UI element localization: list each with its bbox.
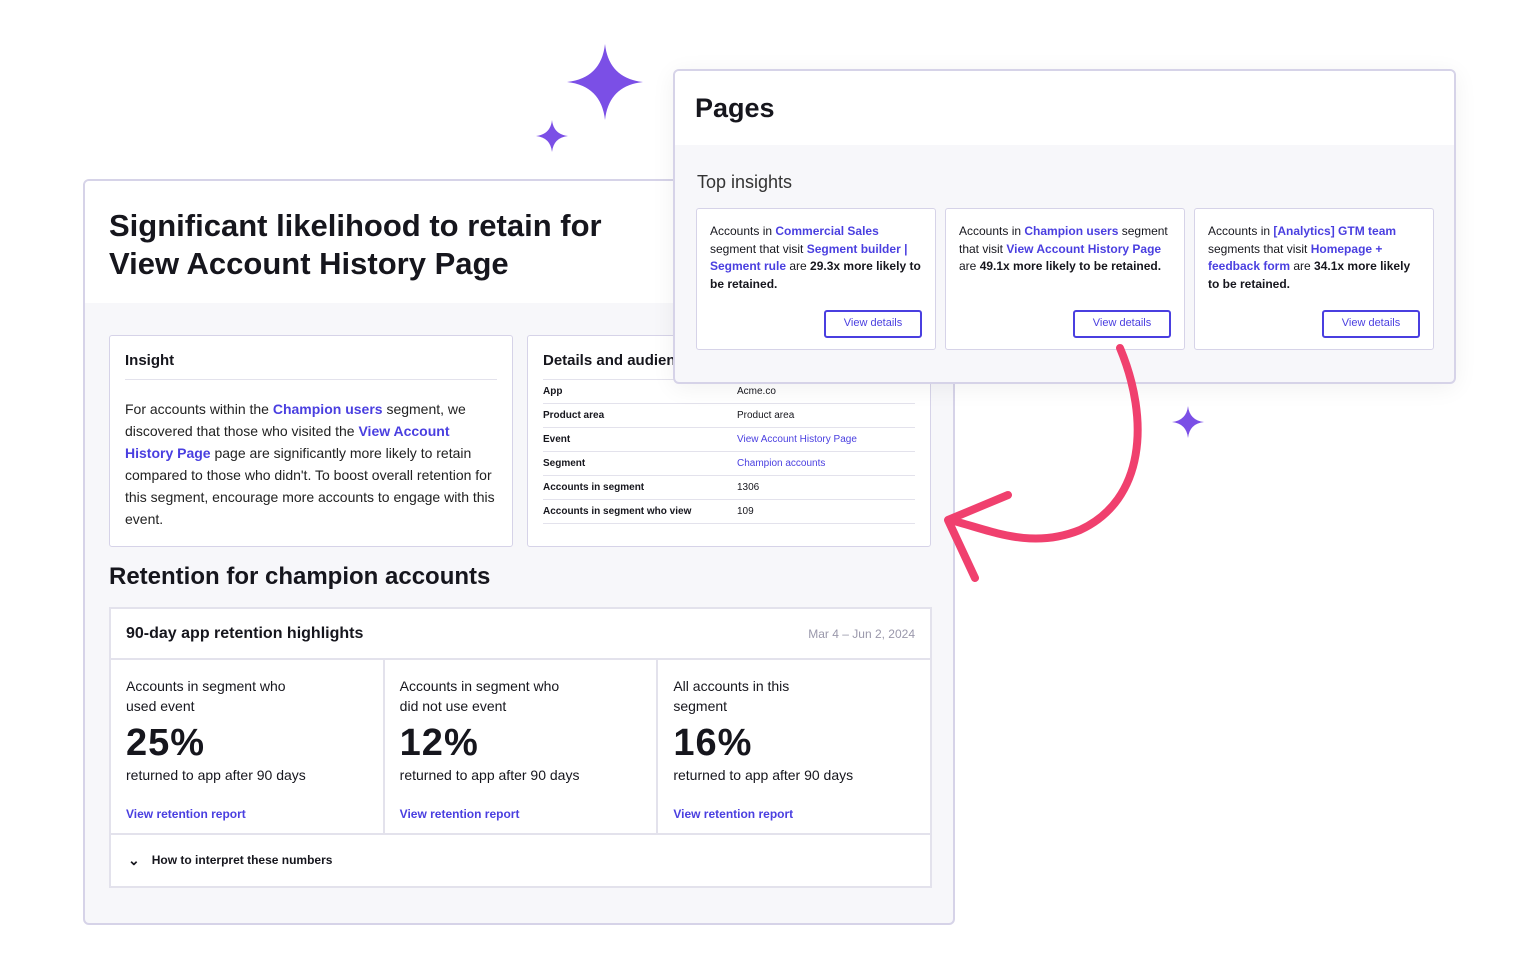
detail-row: Accounts in segment 1306 xyxy=(543,476,915,500)
interpret-toggle[interactable]: ⌄ How to interpret these numbers xyxy=(111,835,930,885)
stat-column: Accounts in segment who used event 25% ret… xyxy=(111,660,385,833)
detail-row: Segment Champion accounts xyxy=(543,452,915,476)
detail-value[interactable]: View Account History Page xyxy=(737,434,857,445)
date-range: Mar 4 – Jun 2, 2024 xyxy=(808,626,915,641)
detail-row: Accounts in segment who view 109 xyxy=(543,500,915,524)
stat-label: All accounts in this segment xyxy=(673,678,790,714)
sparkle-icon xyxy=(1172,406,1204,438)
insight-heading: Insight xyxy=(125,352,497,380)
view-details-button[interactable]: View details xyxy=(824,310,922,338)
text: For accounts within the xyxy=(125,401,273,417)
detail-key: Accounts in segment xyxy=(543,482,645,493)
detail-value: Product area xyxy=(737,410,795,421)
stat-sub: returned to app after 90 days xyxy=(126,767,306,783)
detail-key: Event xyxy=(543,434,571,445)
insight-text: For accounts within the Champion users s… xyxy=(125,398,497,530)
detail-key: App xyxy=(543,386,563,397)
text: Accounts in xyxy=(959,224,1025,238)
detail-row: Event View Account History Page xyxy=(543,428,915,452)
stat-value: 12% xyxy=(399,722,479,764)
retention-highlights: 90-day app retention highlights Mar 4 – J… xyxy=(109,607,932,888)
text: are xyxy=(1290,259,1315,273)
text: segments that visit xyxy=(1208,241,1311,256)
text: segment that visit xyxy=(710,241,807,256)
insight-card: Accounts in [Analytics] GTM team segment… xyxy=(1194,208,1434,350)
likelihood-text: 49.1x more likely to be retained. xyxy=(979,259,1162,273)
detail-value: 1306 xyxy=(737,482,760,493)
text: Accounts in xyxy=(710,224,776,238)
retention-title: Retention for champion accounts xyxy=(109,563,491,590)
segment-link[interactable]: [Analytics] GTM team xyxy=(1273,224,1396,238)
stat-label: Accounts in segment who used event xyxy=(126,678,286,714)
segment-link[interactable]: Champion users xyxy=(1024,224,1118,238)
view-details-button[interactable]: View details xyxy=(1073,310,1171,338)
detail-key: Product area xyxy=(543,410,605,421)
view-retention-report-link[interactable]: View retention report xyxy=(673,807,915,821)
segment-link[interactable]: Commercial Sales xyxy=(775,224,878,238)
stat-sub: returned to app after 90 days xyxy=(399,767,580,783)
stat-column: All accounts in this segment 16% returned … xyxy=(658,660,930,833)
pages-panel: Pages Top insights Accounts in Commercia… xyxy=(673,69,1456,384)
sparkle-icon xyxy=(536,120,568,152)
view-retention-report-link[interactable]: View retention report xyxy=(400,807,642,821)
text: are xyxy=(786,259,811,273)
detail-value: Acme.co xyxy=(737,386,776,397)
view-retention-report-link[interactable]: View retention report xyxy=(126,807,368,821)
page-title: Significant likelihood to retain for Vie… xyxy=(109,208,602,281)
page-link[interactable]: View Account History Page xyxy=(1006,242,1161,256)
insight-card: Insight For accounts within the Champion… xyxy=(109,335,513,547)
sparkle-icon xyxy=(567,44,643,120)
stat-label: Accounts in segment who did not use even… xyxy=(399,678,560,714)
highlights-title: 90-day app retention highlights xyxy=(126,624,364,642)
detail-value: 109 xyxy=(737,506,754,517)
chevron-down-icon: ⌄ xyxy=(128,851,140,868)
text: are xyxy=(959,259,980,273)
detail-key: Accounts in segment who view xyxy=(543,506,692,517)
interpret-label: How to interpret these numbers xyxy=(151,853,333,867)
pages-title: Pages xyxy=(675,71,1454,145)
detail-key: Segment xyxy=(543,458,586,469)
insight-card: Accounts in Champion users segment that … xyxy=(945,208,1185,350)
text: Accounts in xyxy=(1208,224,1274,238)
stat-column: Accounts in segment who did not use even… xyxy=(385,660,659,833)
arrow-icon xyxy=(944,344,1142,582)
detail-row: Product area Product area xyxy=(543,404,915,428)
stat-value: 16% xyxy=(673,722,753,764)
detail-value[interactable]: Champion accounts xyxy=(737,458,825,469)
top-insights-heading: Top insights xyxy=(697,172,793,192)
view-details-button[interactable]: View details xyxy=(1322,310,1420,338)
segment-link[interactable]: Champion users xyxy=(273,401,383,417)
stat-value: 25% xyxy=(126,722,206,764)
stat-sub: returned to app after 90 days xyxy=(673,767,854,783)
insight-card: Accounts in Commercial Sales segment tha… xyxy=(696,208,936,350)
